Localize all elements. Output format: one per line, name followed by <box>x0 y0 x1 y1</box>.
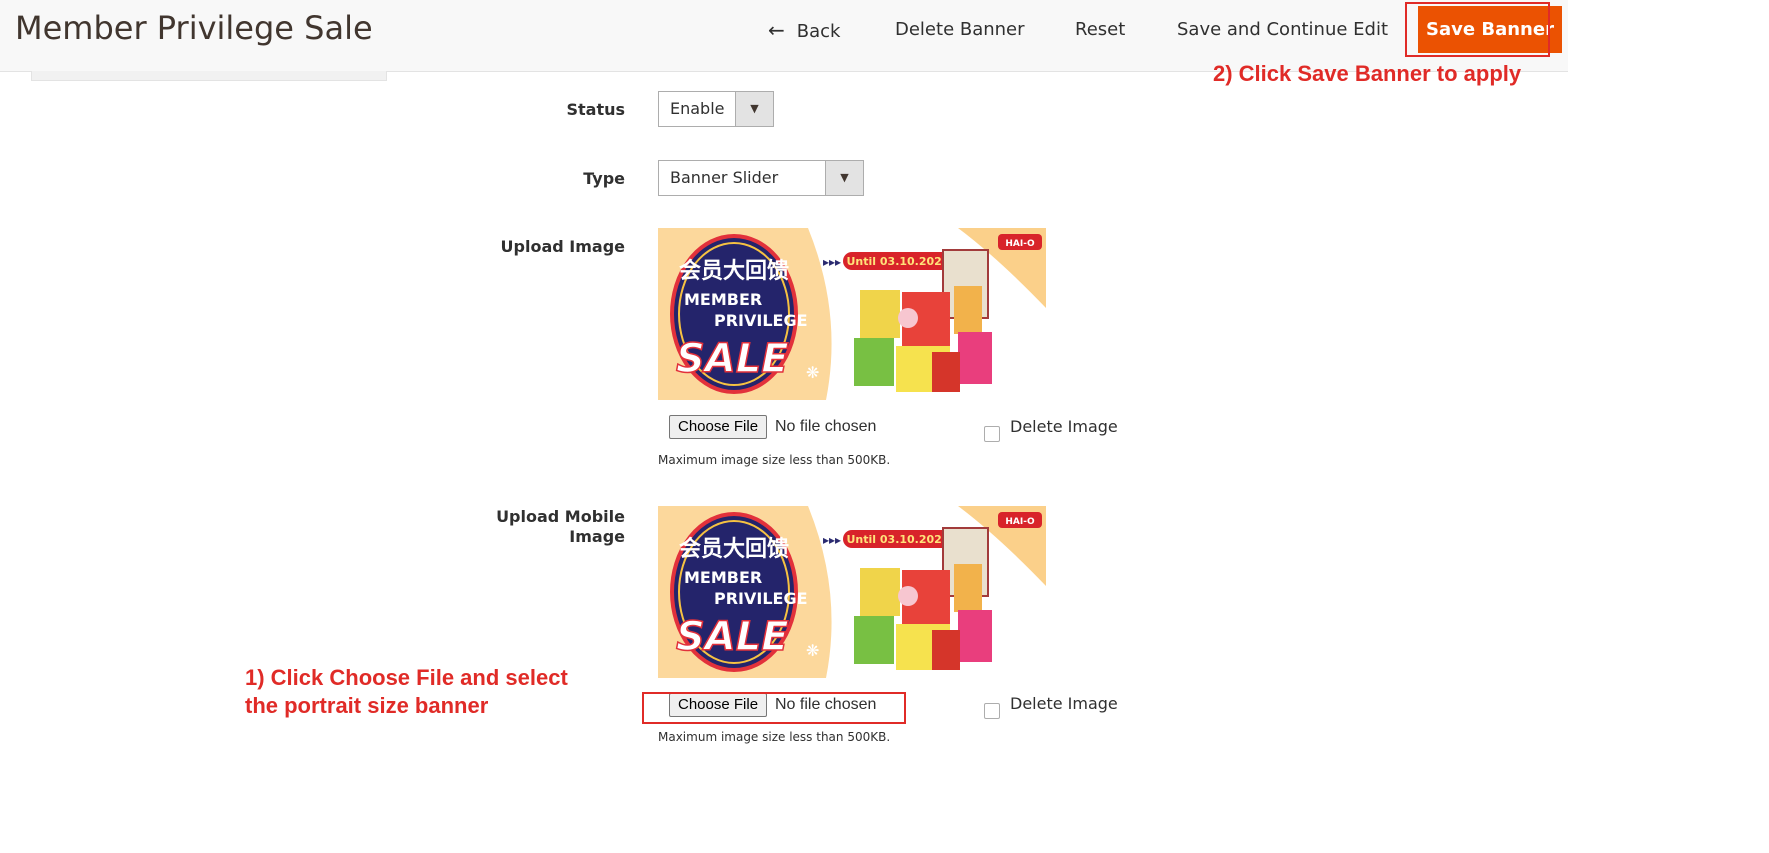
mobile-image-size-note: Maximum image size less than 500KB. <box>658 730 891 744</box>
svg-text:❋: ❋ <box>806 363 819 382</box>
upload-image-label: Upload Image <box>500 237 625 256</box>
back-button[interactable]: ← Back <box>768 14 840 46</box>
banner-chinese-text: 会员大回馈 <box>679 536 789 562</box>
sidebar-panel <box>31 71 387 81</box>
banner-brand: HAI-O <box>1005 517 1035 527</box>
type-value: Banner Slider <box>670 168 779 187</box>
type-label: Type <box>583 169 625 188</box>
save-banner-button[interactable]: Save Banner <box>1418 6 1562 53</box>
banner-word-sale: SALE <box>676 336 789 382</box>
mobile-delete-image-label: Delete Image <box>1010 694 1118 713</box>
mobile-choose-file-button[interactable]: Choose File <box>669 693 768 717</box>
delete-image-checkbox[interactable] <box>984 426 1000 442</box>
svg-text:▸▸▸: ▸▸▸ <box>823 255 841 269</box>
banner-brand: HAI-O <box>1005 239 1035 249</box>
banner-image-preview: 会员大回馈 MEMBER PRIVILEGE SALE ▸▸▸ Until 03… <box>658 228 1046 400</box>
status-label: Status <box>566 100 625 119</box>
upload-mobile-image-label: Upload Mobile Image <box>440 507 625 547</box>
delete-image-label: Delete Image <box>1010 417 1118 436</box>
annotation-step1-line2: the portrait size banner <box>245 693 489 718</box>
annotation-step1: 1) Click Choose File and select the port… <box>245 664 568 720</box>
banner-word-member: MEMBER <box>684 290 762 309</box>
page: Member Privilege Sale ← Back Delete Banne… <box>0 0 1568 853</box>
status-select[interactable]: Enable ▼ <box>658 91 774 127</box>
banner-word-privilege: PRIVILEGE <box>714 589 808 608</box>
banner-date-tag: Until 03.10.2022 <box>847 255 950 268</box>
mobile-file-status-text: No file chosen <box>775 696 877 713</box>
upload-mobile-label-line1: Upload Mobile <box>496 507 625 526</box>
annotation-step2: 2) Click Save Banner to apply <box>1213 61 1522 86</box>
mobile-delete-image-checkbox[interactable] <box>984 703 1000 719</box>
annotation-step1-line1: 1) Click Choose File and select <box>245 665 568 690</box>
chevron-down-icon: ▼ <box>735 92 773 126</box>
chevron-down-icon: ▼ <box>825 161 863 195</box>
banner-word-sale: SALE <box>676 614 789 660</box>
delete-banner-button[interactable]: Delete Banner <box>895 14 1025 46</box>
banner-word-member: MEMBER <box>684 568 762 587</box>
type-select[interactable]: Banner Slider ▼ <box>658 160 864 196</box>
image-size-note: Maximum image size less than 500KB. <box>658 453 891 467</box>
svg-text:❋: ❋ <box>806 641 819 660</box>
upload-mobile-label-line2: Image <box>569 527 625 546</box>
save-and-continue-button[interactable]: Save and Continue Edit <box>1177 14 1388 46</box>
banner-date-tag: Until 03.10.2022 <box>847 533 950 546</box>
banner-word-privilege: PRIVILEGE <box>714 311 808 330</box>
banner-chinese-text: 会员大回馈 <box>679 258 789 284</box>
back-button-label: Back <box>796 21 841 42</box>
svg-text:▸▸▸: ▸▸▸ <box>823 533 841 547</box>
arrow-left-icon: ← <box>768 18 785 42</box>
choose-file-button[interactable]: Choose File <box>669 415 768 439</box>
status-value: Enable <box>670 99 725 118</box>
reset-button[interactable]: Reset <box>1075 14 1125 46</box>
page-title: Member Privilege Sale <box>15 9 373 47</box>
mobile-banner-image-preview: 会员大回馈 MEMBER PRIVILEGE SALE ▸▸▸ Until 03… <box>658 506 1046 678</box>
file-status-text: No file chosen <box>775 418 877 435</box>
